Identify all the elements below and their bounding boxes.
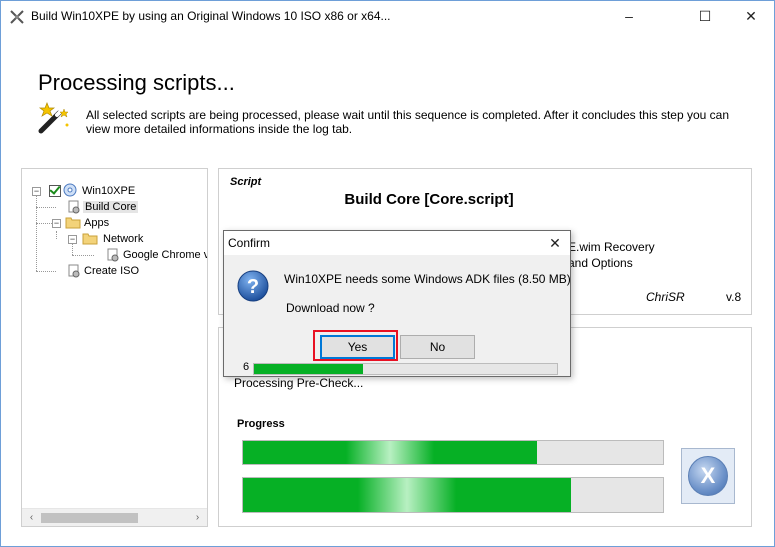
disc-icon — [63, 183, 77, 197]
win10xpe-builder-icon — [10, 10, 24, 24]
folder-icon — [65, 217, 81, 229]
script-author: ChriSR — [646, 290, 685, 304]
dialog-progress-fill — [254, 364, 364, 374]
window-title: Build Win10XPE by using an Original Wind… — [31, 9, 391, 23]
scrollbar-thumb[interactable] — [41, 513, 138, 523]
cancel-build-button[interactable]: X — [681, 448, 735, 504]
scroll-left-arrow-icon[interactable]: ‹ — [24, 510, 39, 525]
horizontal-scrollbar[interactable]: ‹ › — [22, 508, 207, 526]
tree-item-apps[interactable]: Apps — [84, 215, 109, 231]
tree-item-label: Apps — [84, 217, 110, 229]
maximize-button[interactable]: ☐ — [682, 1, 728, 31]
gear-script-icon — [107, 248, 119, 262]
dialog-close-button[interactable]: ✕ — [540, 231, 570, 255]
question-icon: ? — [237, 270, 269, 302]
script-description-line: E.wim Recovery — [568, 240, 655, 254]
gear-script-icon — [68, 264, 80, 278]
magic-wand-icon — [38, 102, 69, 134]
script-description-line: and Options — [568, 256, 633, 270]
close-button[interactable]: ✕ — [728, 1, 774, 31]
script-description: E.wim Recovery and Options — [568, 239, 655, 271]
svg-text:?: ? — [247, 276, 259, 298]
script-version: v.8 — [726, 290, 742, 304]
dialog-title: Confirm — [228, 236, 271, 250]
confirm-dialog: Confirm ✕ ? Win10XPE needs some Windows … — [223, 230, 571, 377]
page-title: Processing scripts... — [38, 70, 235, 95]
script-section-label: Script — [230, 176, 262, 188]
expand-apps[interactable]: − — [52, 219, 61, 228]
tree-item-network[interactable]: Network — [103, 231, 143, 247]
dialog-progress-bar — [253, 363, 558, 375]
tree-item-create-iso[interactable]: Create ISO — [84, 263, 139, 279]
tree-item-google-chrome[interactable]: Google Chrome v — [123, 247, 208, 263]
folder-icon — [82, 233, 98, 245]
dialog-message: Win10XPE needs some Windows ADK files (8… — [284, 272, 571, 286]
expand-win10xpe[interactable]: − — [32, 187, 41, 196]
dialog-count: 6 — [243, 361, 250, 373]
gear-script-icon — [68, 200, 80, 214]
script-progress-bar — [242, 440, 664, 465]
tree-item-label: Create ISO — [84, 265, 140, 277]
title-bar: Build Win10XPE by using an Original Wind… — [1, 1, 774, 31]
overall-progress-bar — [242, 477, 664, 513]
tree-item-label: Network — [103, 233, 144, 245]
progress-label: Progress — [237, 418, 285, 430]
tree-item-label: Google Chrome v — [123, 249, 208, 261]
win10xpe-checkbox[interactable] — [49, 185, 61, 197]
script-tree[interactable]: − Win10XPE Build Core − Apps − Network G… — [21, 168, 208, 527]
yes-button[interactable]: Yes — [320, 335, 395, 359]
minimize-button[interactable]: – — [606, 1, 652, 31]
tree-item-win10xpe[interactable]: Win10XPE — [82, 183, 135, 199]
no-button[interactable]: No — [400, 335, 475, 359]
main-window: Build Win10XPE by using an Original Wind… — [0, 0, 775, 547]
header-description: All selected scripts are being processed… — [86, 108, 730, 136]
dialog-question: Download now ? — [286, 301, 375, 315]
script-progress-fill — [243, 441, 537, 464]
cancel-x-icon: X — [688, 456, 728, 496]
tree-item-label: Build Core — [83, 201, 139, 213]
scroll-right-arrow-icon[interactable]: › — [190, 510, 205, 525]
script-title: Build Core [Core.script] — [344, 191, 514, 208]
overall-progress-fill — [243, 478, 571, 512]
expand-network[interactable]: − — [68, 235, 77, 244]
dialog-title-bar: Confirm ✕ — [224, 231, 570, 255]
tree-item-label: Win10XPE — [82, 185, 136, 197]
status-text: Processing Pre-Check... — [234, 376, 364, 390]
tree-item-build-core[interactable]: Build Core — [83, 199, 139, 215]
